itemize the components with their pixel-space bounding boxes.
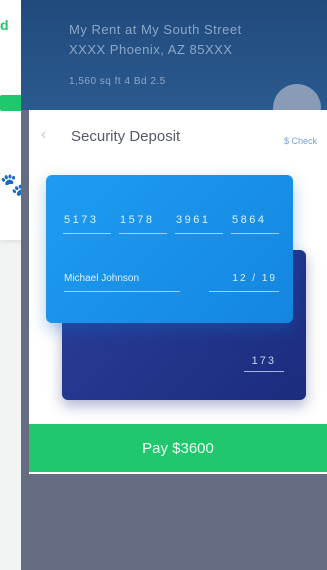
- property-meta: 1,560 sq ft 4 Bd 2.5: [69, 76, 166, 87]
- cvv-underline: [244, 371, 284, 372]
- card-cvv[interactable]: 173: [252, 355, 276, 367]
- deposit-sheet: ‹ Security Deposit $ Check 173 5173 1578…: [29, 110, 327, 474]
- name-underline: [64, 291, 180, 292]
- card-front[interactable]: 5173 1578 3961 5864 Michael Johnson 12 /…: [46, 175, 293, 323]
- address-line-2: XXXX Phoenix, AZ 85XXX: [69, 42, 233, 57]
- card-number-group-4[interactable]: 5864: [232, 214, 266, 226]
- cardholder-name-field[interactable]: Michael Johnson: [64, 273, 139, 284]
- sheet-action-link[interactable]: $ Check: [284, 136, 317, 146]
- page-title: Security Deposit: [71, 128, 181, 145]
- card-number-group-2[interactable]: 1578: [120, 214, 154, 226]
- card-number-group-3[interactable]: 3961: [176, 214, 210, 226]
- address-line-1: My Rent at My South Street: [69, 22, 242, 37]
- back-arrow-icon[interactable]: ‹: [41, 126, 46, 144]
- expiry-field[interactable]: 12 / 19: [232, 273, 277, 284]
- card-number-underline-2: [119, 233, 167, 234]
- pay-button[interactable]: Pay $3600: [29, 424, 327, 472]
- expiry-underline: [209, 291, 279, 292]
- card-number-underline-1: [63, 233, 111, 234]
- payment-screen: My Rent at My South Street XXXX Phoenix,…: [21, 0, 327, 570]
- card-number-underline-4: [231, 233, 279, 234]
- card-number-group-1[interactable]: 5173: [64, 214, 98, 226]
- sheet-header: ‹ Security Deposit $ Check: [29, 110, 327, 158]
- background-logo: d: [0, 17, 9, 33]
- card-number-underline-3: [175, 233, 223, 234]
- property-header: My Rent at My South Street XXXX Phoenix,…: [21, 0, 327, 132]
